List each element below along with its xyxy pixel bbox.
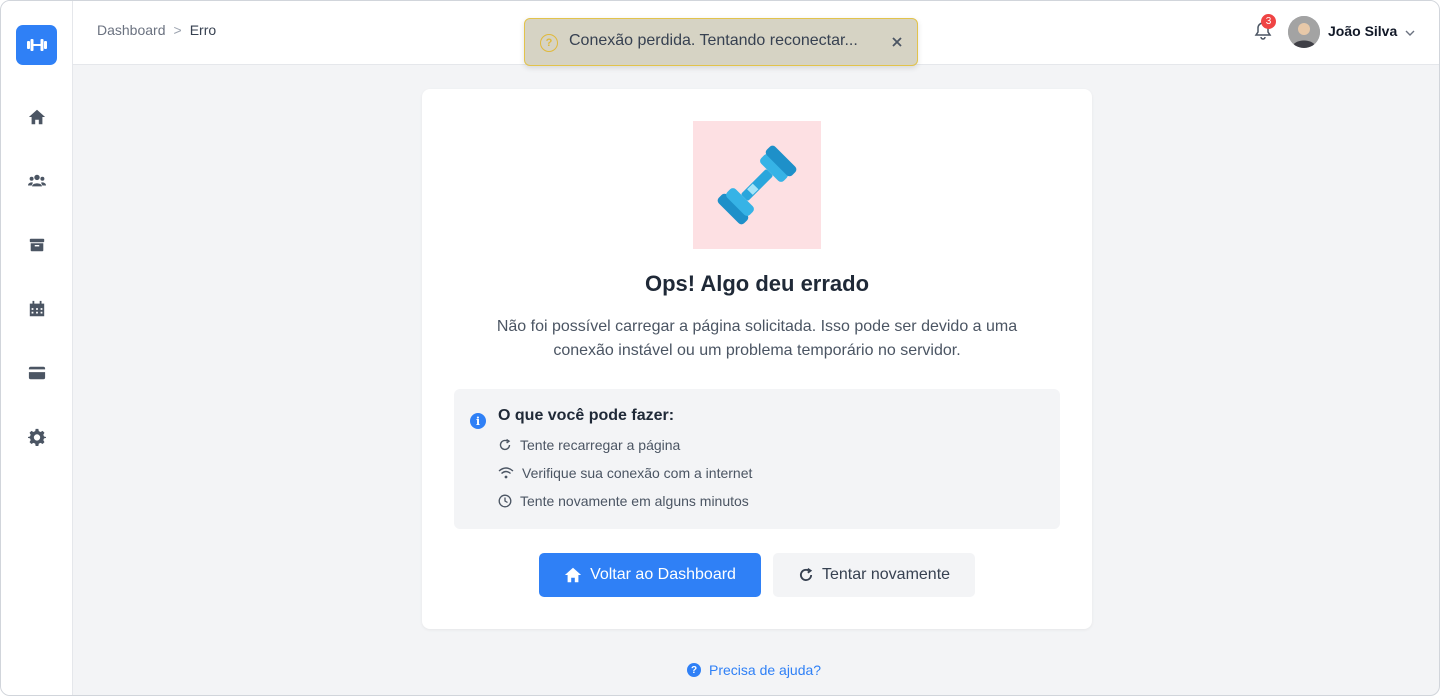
breadcrumb-separator: >: [173, 22, 182, 38]
help-link[interactable]: ? Precisa de ajuda?: [687, 662, 821, 678]
sidebar-item-inventory[interactable]: [1, 225, 73, 265]
sidebar-item-home[interactable]: [1, 97, 73, 137]
app-window: Dashboard > Erro 3 João Silva ? Conexão …: [0, 0, 1440, 696]
avatar[interactable]: [1288, 16, 1320, 48]
toast-message: Conexão perdida. Tentando reconectar...: [569, 32, 858, 49]
wifi-icon: [498, 467, 514, 479]
breadcrumb: Dashboard > Erro: [97, 22, 216, 38]
help-link-label: Precisa de ajuda?: [709, 662, 822, 678]
back-to-dashboard-label: Voltar ao Dashboard: [590, 566, 736, 583]
retry-label: Tentar novamente: [821, 566, 951, 583]
dumbbell-illustration: [693, 121, 821, 249]
home-icon: [564, 567, 582, 583]
error-description: Não foi possível carregar a página solic…: [496, 318, 1018, 359]
warning-circle-icon: ?: [540, 34, 558, 52]
calendar-icon: [29, 300, 45, 317]
connection-toast: ? Conexão perdida. Tentando reconectar..…: [524, 18, 918, 66]
tips-box: i O que você pode fazer: Tente recarrega…: [454, 389, 1060, 529]
archive-icon: [29, 238, 45, 252]
error-card: Ops! Algo deu errado Não foi possível ca…: [422, 89, 1092, 629]
sidebar-item-settings[interactable]: [1, 417, 73, 457]
sidebar: [1, 1, 73, 695]
tip-item: Tente recarregar a página: [498, 437, 680, 453]
clock-icon: [498, 494, 512, 508]
notification-badge: 3: [1261, 14, 1276, 29]
question-icon: ?: [687, 663, 701, 677]
tip-text: Verifique sua conexão com a internet: [522, 465, 753, 481]
tip-text: Tente novamente em alguns minutos: [520, 493, 749, 509]
refresh-icon: [799, 567, 813, 581]
info-icon: i: [470, 413, 486, 429]
tip-item: Verifique sua conexão com a internet: [498, 465, 752, 481]
tip-item: Tente novamente em alguns minutos: [498, 493, 749, 509]
gear-icon: [28, 428, 46, 446]
sidebar-item-members[interactable]: [1, 161, 73, 201]
back-to-dashboard-button[interactable]: Voltar ao Dashboard: [539, 553, 761, 597]
logo-dumbbell-icon[interactable]: [16, 25, 57, 65]
breadcrumb-dashboard-link[interactable]: Dashboard: [97, 22, 166, 38]
close-icon[interactable]: [889, 34, 905, 50]
breadcrumb-current: Erro: [189, 22, 217, 38]
retry-button[interactable]: Tentar novamente: [773, 553, 975, 597]
users-icon: [28, 174, 46, 187]
chevron-down-icon[interactable]: [1403, 26, 1417, 40]
credit-card-icon: [28, 366, 46, 380]
sidebar-item-payments[interactable]: [1, 353, 73, 393]
home-icon: [28, 109, 46, 125]
tip-text: Tente recarregar a página: [520, 437, 681, 453]
refresh-icon: [499, 438, 511, 451]
user-name[interactable]: João Silva: [1328, 23, 1397, 39]
tips-title: O que você pode fazer:: [498, 407, 675, 424]
sidebar-item-calendar[interactable]: [1, 289, 73, 329]
error-title: Ops! Algo deu errado: [644, 271, 870, 296]
